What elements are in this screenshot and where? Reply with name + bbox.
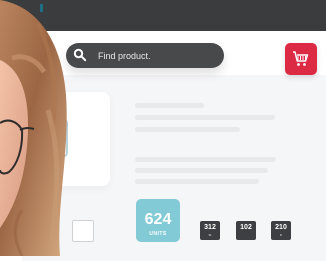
placeholder-line-1 <box>135 103 204 108</box>
search-bar[interactable] <box>66 43 224 68</box>
secondary-metric-2: 102 <box>236 221 256 240</box>
secondary-metric-label: K <box>279 233 282 237</box>
placeholder-line-5 <box>135 168 268 173</box>
placeholder-line-2 <box>135 115 275 120</box>
placeholder-line-4 <box>135 157 276 162</box>
cart-button[interactable] <box>285 43 317 75</box>
primary-metric-value: 624 <box>144 211 172 228</box>
primary-metric-card: 624 UNITS <box>136 199 180 242</box>
placeholder-line-6 <box>135 179 259 184</box>
shopping-cart-icon <box>293 51 309 66</box>
person-photo <box>0 0 67 256</box>
secondary-metric-value: 210 <box>275 224 287 231</box>
search-input[interactable] <box>98 47 216 64</box>
secondary-metric-1: 312 % <box>200 221 220 240</box>
secondary-metric-value: 102 <box>240 224 252 231</box>
search-icon <box>73 48 87 62</box>
secondary-metric-label: % <box>208 233 212 237</box>
product-thumbnail-placeholder <box>72 220 94 242</box>
secondary-metric-value: 312 <box>204 224 216 231</box>
primary-metric-label: UNITS <box>149 231 167 237</box>
secondary-metric-3: 210 K <box>271 221 291 240</box>
placeholder-line-3 <box>135 127 240 132</box>
